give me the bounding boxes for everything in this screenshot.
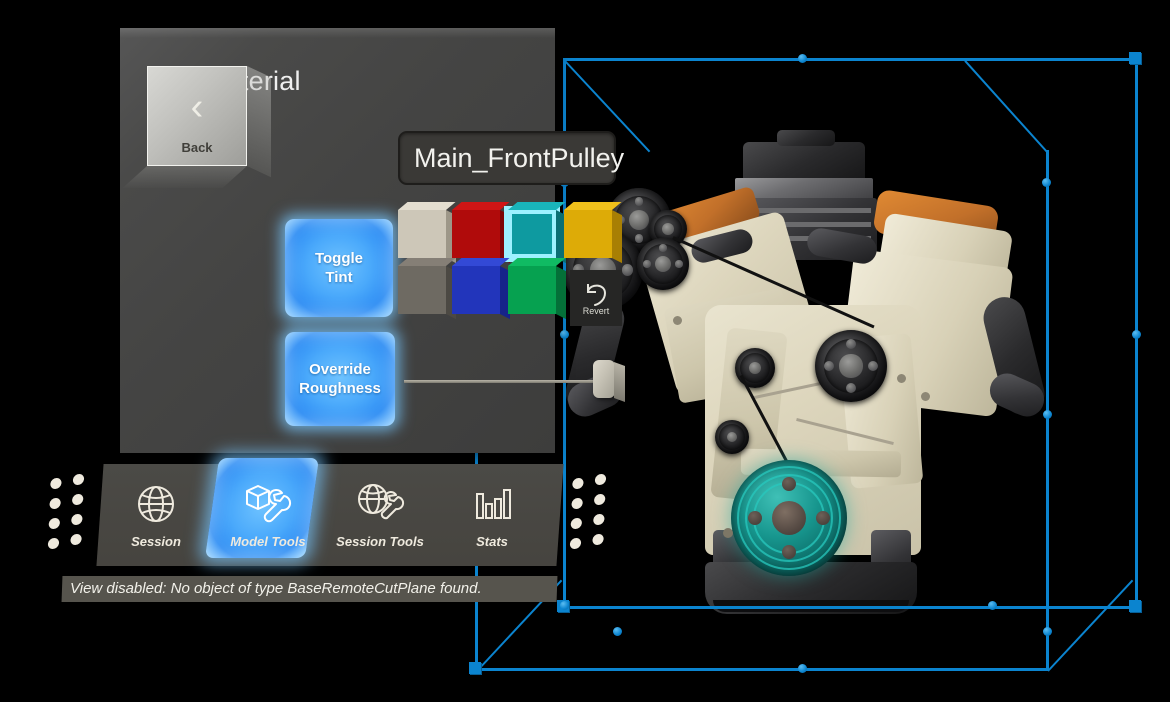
swatch-front-face — [564, 210, 612, 258]
engine-bolt — [673, 316, 682, 325]
roughness-slider-track[interactable] — [404, 380, 604, 383]
globe-wrench-icon — [354, 481, 406, 527]
swatch-front-face — [452, 210, 500, 258]
revert-button[interactable]: Revert — [570, 270, 622, 326]
selection-handle-midpoint[interactable] — [798, 54, 807, 63]
swatch-blue[interactable] — [452, 258, 510, 320]
swatch-side-face — [556, 266, 566, 320]
status-message: View disabled: No object of type BaseRem… — [70, 580, 482, 597]
undo-arrow-icon — [587, 284, 607, 306]
swatch-cream[interactable] — [398, 202, 456, 264]
selection-handle-corner[interactable] — [1129, 52, 1141, 64]
swatch-top-face — [508, 202, 566, 210]
swatch-top-face — [564, 202, 622, 210]
swatch-top-face — [508, 258, 566, 266]
override-roughness-label: Override Roughness — [299, 361, 381, 397]
toolbar-item-label: Model Tools — [230, 534, 306, 549]
selection-edge-back-right — [1135, 58, 1138, 608]
drag-handle-left[interactable] — [38, 472, 96, 558]
swatch-gold[interactable] — [564, 202, 622, 264]
engine-bolt — [897, 374, 906, 383]
toggle-tint-label: Toggle Tint — [314, 250, 364, 286]
swatch-top-face — [452, 258, 510, 266]
toolbar-item-session-tools[interactable]: Session Tools — [324, 464, 436, 566]
engine-top-nub — [777, 130, 835, 146]
swatch-front-face — [508, 210, 556, 258]
tinted-front-pulley[interactable] — [731, 460, 847, 576]
engine-pan-lip — [713, 600, 909, 612]
back-button[interactable]: ‹ Back — [122, 66, 271, 188]
toggle-tint-button[interactable]: Toggle Tint — [285, 219, 393, 317]
swatch-side-face — [612, 210, 622, 264]
toolbar-item-stats[interactable]: Stats — [436, 464, 548, 566]
swatch-front-face — [398, 266, 446, 314]
cube-wrench-icon — [242, 481, 294, 527]
toolbar-item-label: Session — [131, 534, 181, 549]
engine-pulley-alternator — [815, 330, 887, 402]
engine-idler-tensioner — [735, 348, 775, 388]
engine-bolt — [921, 392, 930, 401]
toolbar-item-session[interactable]: Session — [100, 464, 212, 566]
swatch-green[interactable] — [508, 258, 566, 320]
app-root: Edit Material ‹ Back Main_FrontPulley To… — [0, 0, 1170, 702]
bar-chart-icon — [470, 481, 514, 527]
engine-idler-lower — [715, 420, 749, 454]
swatch-red[interactable] — [452, 202, 510, 264]
swatch-top-face — [398, 202, 456, 210]
swatch-teal-selected[interactable] — [504, 202, 566, 264]
toolbar-items: Session Model Tools Session Tools Stats — [100, 458, 560, 566]
engine-intake-band — [735, 178, 873, 200]
back-button-extrusion-bottom — [122, 166, 247, 188]
back-button-label: Back — [181, 140, 213, 155]
swatch-gray[interactable] — [398, 258, 456, 320]
back-button-extrusion-side — [247, 66, 271, 178]
engine-intake-cover — [743, 142, 865, 182]
globe-icon — [134, 481, 178, 527]
revert-button-label: Revert — [582, 306, 610, 316]
swatch-front-face — [398, 210, 446, 258]
override-roughness-button[interactable]: Override Roughness — [285, 332, 395, 426]
material-name-value: Main_FrontPulley — [414, 142, 625, 173]
material-name-field[interactable]: Main_FrontPulley — [398, 131, 624, 185]
swatch-front-face — [452, 266, 500, 314]
toolbar-item-model-tools[interactable]: Model Tools — [204, 458, 324, 566]
panel-sheen — [120, 28, 555, 38]
engine-bolt — [723, 528, 733, 538]
toolbar-item-label: Stats — [476, 534, 508, 549]
roughness-slider-handle[interactable] — [593, 360, 615, 398]
swatch-top-face — [452, 202, 510, 210]
selection-handle-midpoint[interactable] — [798, 664, 807, 673]
selection-handle-midpoint[interactable] — [1132, 330, 1141, 339]
swatch-front-face — [508, 266, 556, 314]
edit-material-panel: Edit Material ‹ Back Main_FrontPulley To… — [120, 28, 624, 453]
selection-handle-corner[interactable] — [469, 662, 481, 674]
selection-handle-corner[interactable] — [1129, 600, 1141, 612]
swatch-top-face — [398, 258, 456, 266]
toolbar-item-label: Session Tools — [336, 534, 424, 549]
selection-edge-back-top — [563, 58, 1137, 61]
selection-edge-front-bottom — [475, 668, 1049, 671]
chevron-left-icon: ‹ — [190, 86, 204, 128]
engine-idler-mid — [637, 238, 689, 290]
